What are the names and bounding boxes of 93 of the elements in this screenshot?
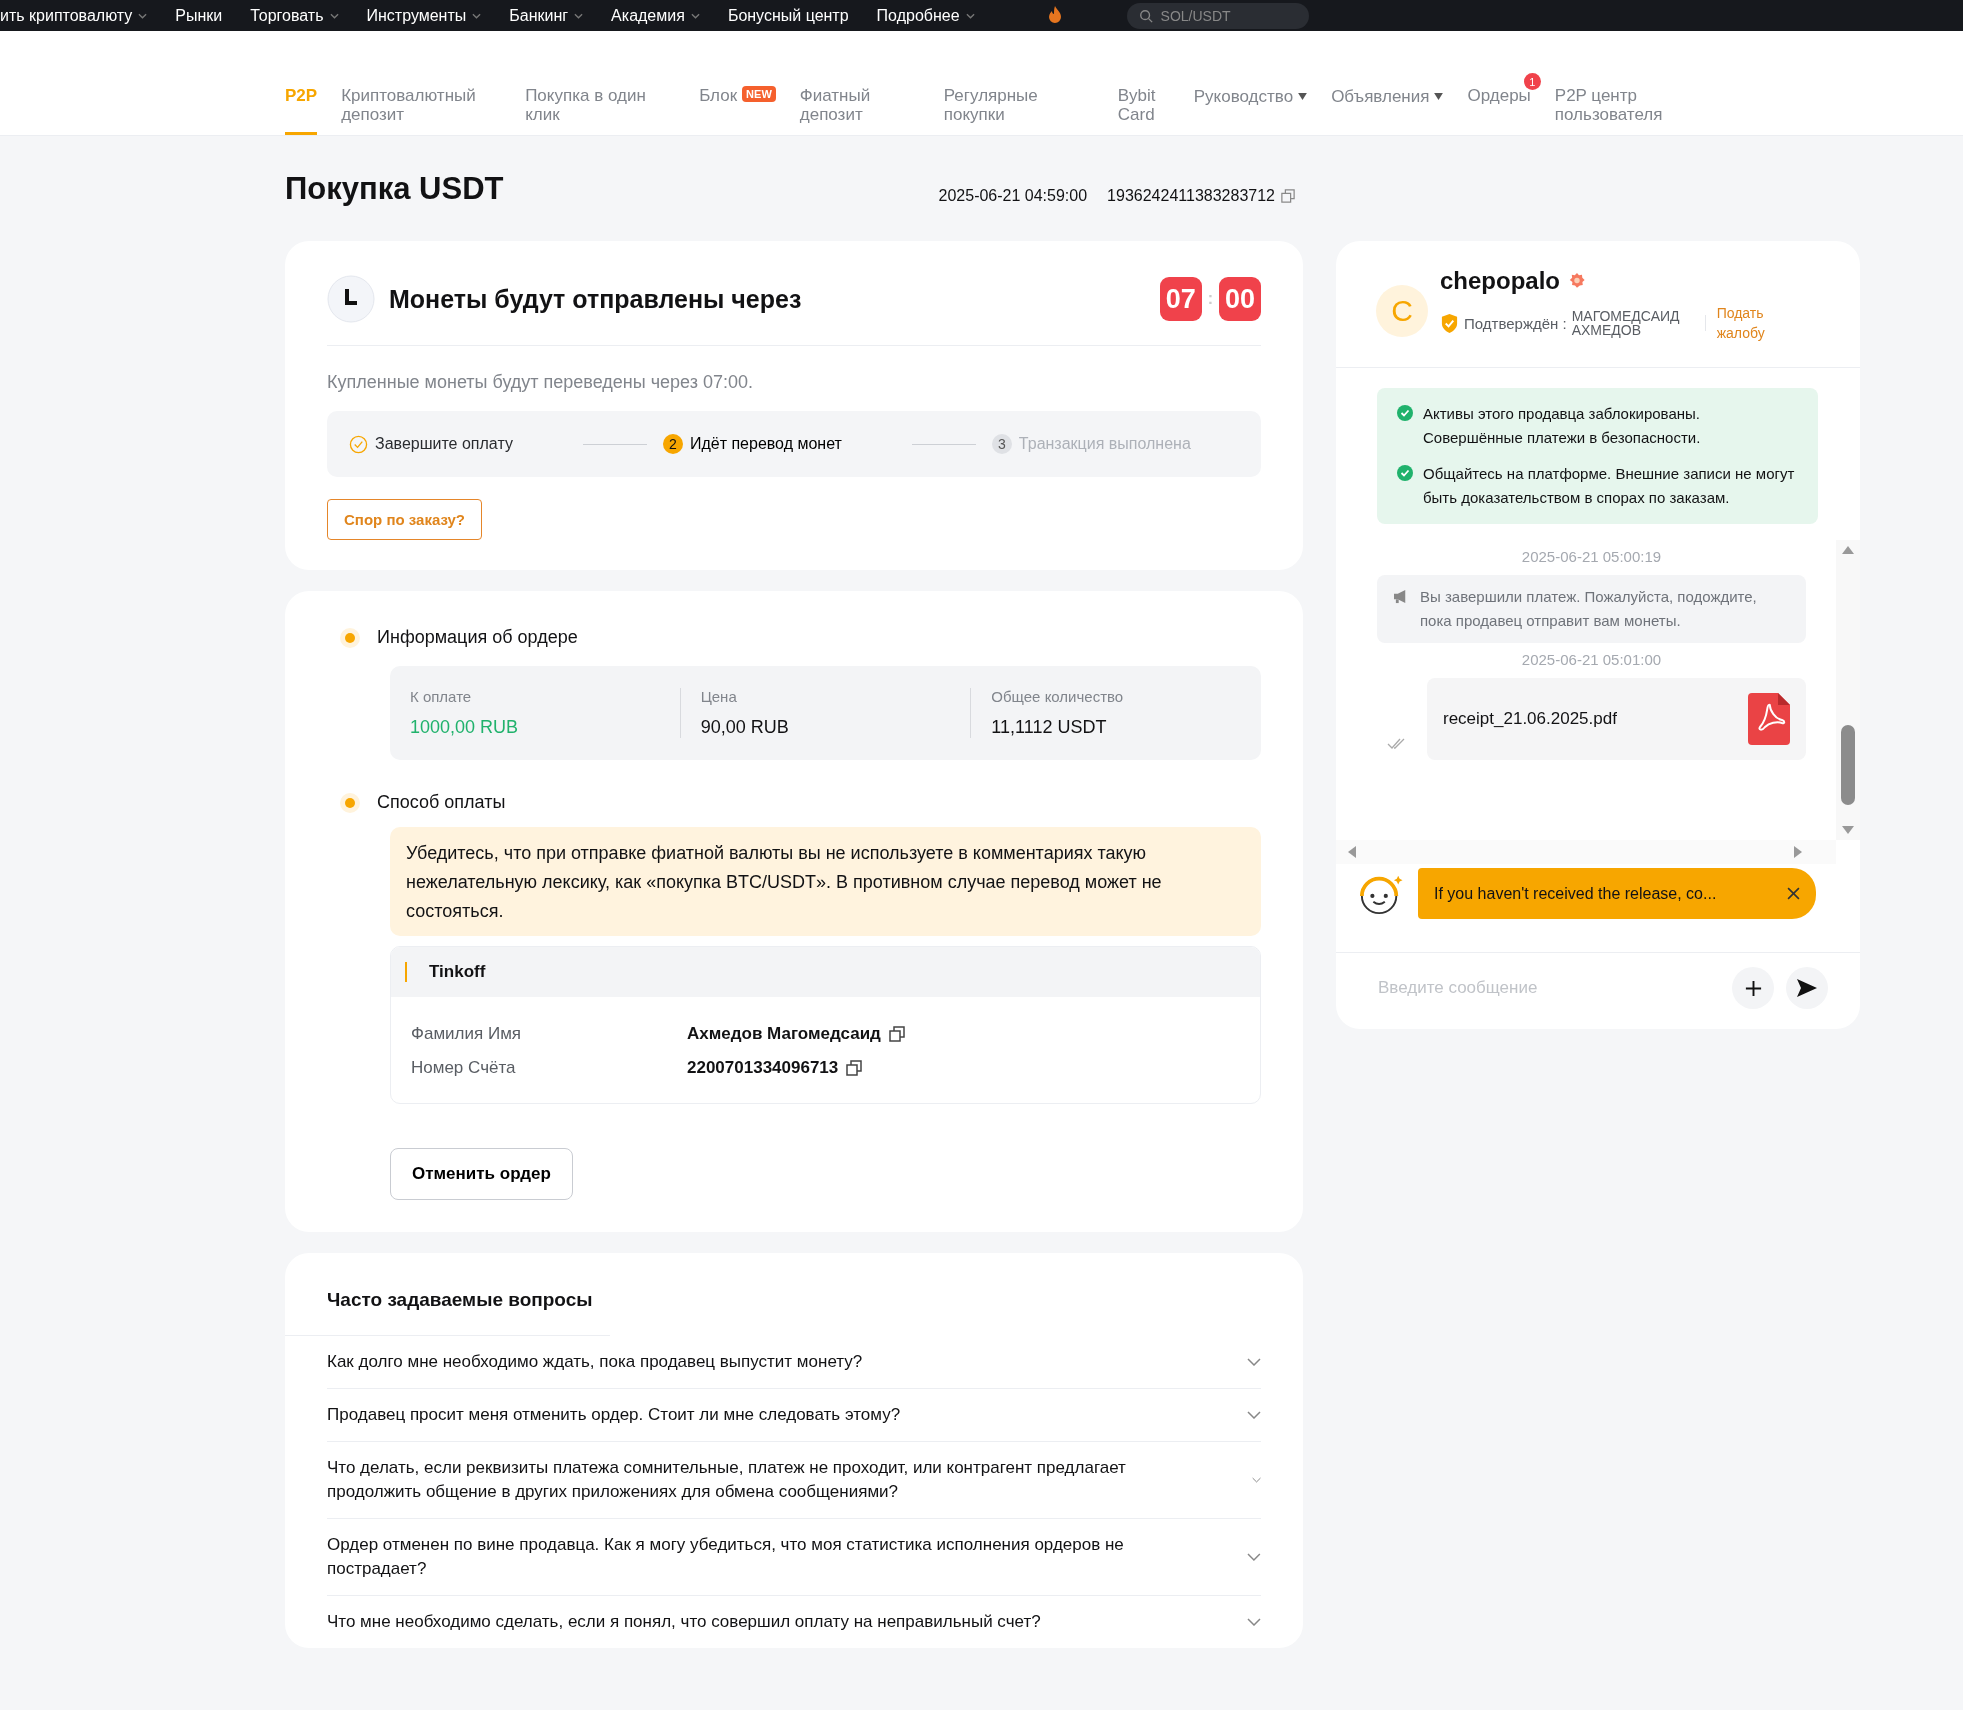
chevron-icon[interactable]: [1247, 1358, 1261, 1366]
field-value: 1000,00 RUB: [410, 717, 520, 738]
step-number: 3: [991, 434, 1012, 454]
progress-step: 2 Идёт перевод монет: [662, 434, 842, 454]
copy-icon[interactable]: [888, 1026, 905, 1042]
scroll-left-arrow-icon[interactable]: [1348, 846, 1356, 858]
nav-tab[interactable]: Покупка в один клик: [525, 86, 676, 135]
faq-question[interactable]: Что мне необходимо сделать, если я понял, что совершил оплату на неправильный счет?: [327, 1610, 1041, 1634]
chevron-icon[interactable]: [1247, 1618, 1261, 1626]
nav-tab[interactable]: Bybit Card: [1117, 86, 1170, 135]
seller-name[interactable]: chepopalo: [1440, 267, 1560, 295]
new-badge: NEW: [742, 86, 776, 102]
search-field[interactable]: SOL/USDT: [1126, 2, 1309, 29]
field-label: Общее количество: [991, 688, 1125, 705]
detail-value: 2200701334096713: [687, 1058, 839, 1078]
order-time: 2025-06-21 04:59:00: [938, 186, 1088, 205]
timer-seconds: 00: [1219, 277, 1261, 321]
check-circle-icon: [1397, 405, 1413, 421]
field-value: 11,1112 USDT: [991, 717, 1108, 738]
send-button[interactable]: [1786, 967, 1828, 1009]
order-id: 1936242411383283712: [1107, 186, 1275, 205]
nav-tab[interactable]: P2P центр пользователя: [1554, 86, 1715, 135]
avatar: C: [1376, 285, 1428, 337]
verified-label: Подтверждён :: [1464, 314, 1567, 332]
verified-name: МАГОМЕДСАИД АХМЕДОВ: [1571, 309, 1681, 337]
timer-separator: :: [1207, 290, 1213, 308]
nav-link[interactable]: Подробнее: [876, 6, 975, 25]
detail-label: Номер Счёта: [411, 1058, 517, 1078]
clock-icon: [327, 275, 375, 323]
detail-label: Фамилия Имя: [411, 1024, 523, 1044]
nav-tab[interactable]: Объявления: [1331, 86, 1444, 106]
close-icon[interactable]: [1787, 887, 1800, 900]
step-number: 2: [662, 434, 683, 454]
progress-step: 3 Транзакция выполнена: [991, 434, 1191, 454]
warning-message: Убедитесь, что при отправке фиатной валюты вы не используете в комментариях такую нежелательную лексику, как «покупка BTC/USDT». В противном случае перевод может не состояться.: [390, 827, 1261, 936]
horizontal-scrollbar[interactable]: [1336, 840, 1836, 864]
support-tip-banner[interactable]: If you haven't received the release, co...: [1418, 868, 1816, 919]
chevron-icon[interactable]: [1251, 1476, 1261, 1484]
check-circle-icon: [1397, 465, 1413, 481]
attach-button[interactable]: [1732, 967, 1774, 1009]
pdf-file-icon: [1748, 693, 1790, 745]
timer-minutes: 07: [1159, 277, 1202, 321]
section-heading: Способ оплаты: [377, 792, 506, 813]
payment-method-name: Tinkoff: [405, 962, 486, 982]
shield-check-icon: [1440, 312, 1459, 334]
chevron-icon[interactable]: [1247, 1411, 1261, 1419]
notice-text: Общайтесь на платформе. Внешние записи не могут быть доказательством в спорах по заказам.: [1423, 464, 1796, 508]
field-value: 90,00 RUB: [700, 717, 790, 738]
message-time: 2025-06-21 05:00:19: [1520, 548, 1663, 565]
nav-link[interactable]: Академия: [611, 6, 700, 25]
faq-question[interactable]: Ордер отменен по вине продавца. Как я могу убедиться, что моя статистика исполнения ордеров не пострадает?: [327, 1533, 1218, 1581]
scroll-up-arrow-icon[interactable]: [1842, 546, 1854, 554]
system-message-text: Вы завершили платеж. Пожалуйста, подождите, пока продавец отправит вам монеты.: [1420, 587, 1758, 631]
notice-text: Активы этого продавца заблокированы. Совершённые платежи в безопасности.: [1423, 404, 1702, 448]
nav-link[interactable]: Торговать: [250, 6, 339, 25]
scrollbar-thumb[interactable]: [1841, 725, 1855, 805]
faq-question[interactable]: Что делать, если реквизиты платежа сомнительные, платеж не проходит, или контрагент предлагает продолжить общение в других приложениях для обмена сообщениями?: [327, 1456, 1222, 1504]
nav-tab[interactable]: Криптовалютный депозит: [341, 86, 502, 135]
search-icon: [1138, 8, 1153, 23]
file-message[interactable]: receipt_21.06.2025.pdf: [1427, 678, 1806, 760]
notification-badge: 1: [1523, 73, 1541, 90]
field-label: К оплате: [410, 688, 473, 705]
nav-tab[interactable]: Блок NEW: [699, 86, 776, 135]
field-label: Цена: [700, 688, 738, 705]
file-name: receipt_21.06.2025.pdf: [1443, 709, 1617, 729]
progress-step: Завершите оплату: [349, 434, 513, 454]
nav-link[interactable]: Инструменты: [366, 6, 482, 25]
detail-value: Ахмедов Магомедсаид: [687, 1024, 881, 1044]
tip-text: If you haven't received the release, co...: [1434, 884, 1717, 903]
scrollbar[interactable]: [1836, 540, 1860, 840]
nav-tab[interactable]: Фиатный депозит: [799, 86, 920, 135]
faq-heading: Часто задаваемые вопросы: [326, 1289, 594, 1311]
send-icon: [1796, 978, 1818, 998]
nav-link[interactable]: Бонусный центр: [727, 6, 849, 25]
faq-question[interactable]: Как долго мне необходимо ждать, пока продавец выпустит монету?: [327, 1350, 863, 1374]
page-title: Покупка USDT: [285, 170, 504, 207]
nav-tab[interactable]: Руководство: [1193, 86, 1308, 106]
countdown-note: Купленные монеты будут переведены через 07:00.: [327, 372, 755, 393]
scroll-right-arrow-icon[interactable]: [1794, 846, 1802, 858]
scroll-down-arrow-icon[interactable]: [1842, 826, 1854, 834]
section-heading: Информация об ордере: [377, 627, 578, 648]
nav-link[interactable]: Рынки: [175, 6, 223, 25]
copy-icon[interactable]: [846, 1060, 863, 1076]
nav-link[interactable]: ить криптовалюту: [0, 6, 148, 25]
nav-tab[interactable]: Регулярные покупки: [943, 86, 1094, 135]
nav-link[interactable]: Банкинг: [509, 6, 584, 25]
plus-icon: [1743, 978, 1763, 998]
faq-question[interactable]: Продавец просит меня отменить ордер. Стоит ли мне следовать этому?: [327, 1403, 901, 1427]
cancel-order-button[interactable]: Отменить ордер: [390, 1148, 573, 1200]
chevron-icon[interactable]: [1247, 1553, 1261, 1561]
message-time: 2025-06-21 05:01:00: [1520, 651, 1663, 668]
medal-icon: [1568, 272, 1586, 290]
countdown-heading: Монеты будут отправлены через: [389, 284, 803, 314]
